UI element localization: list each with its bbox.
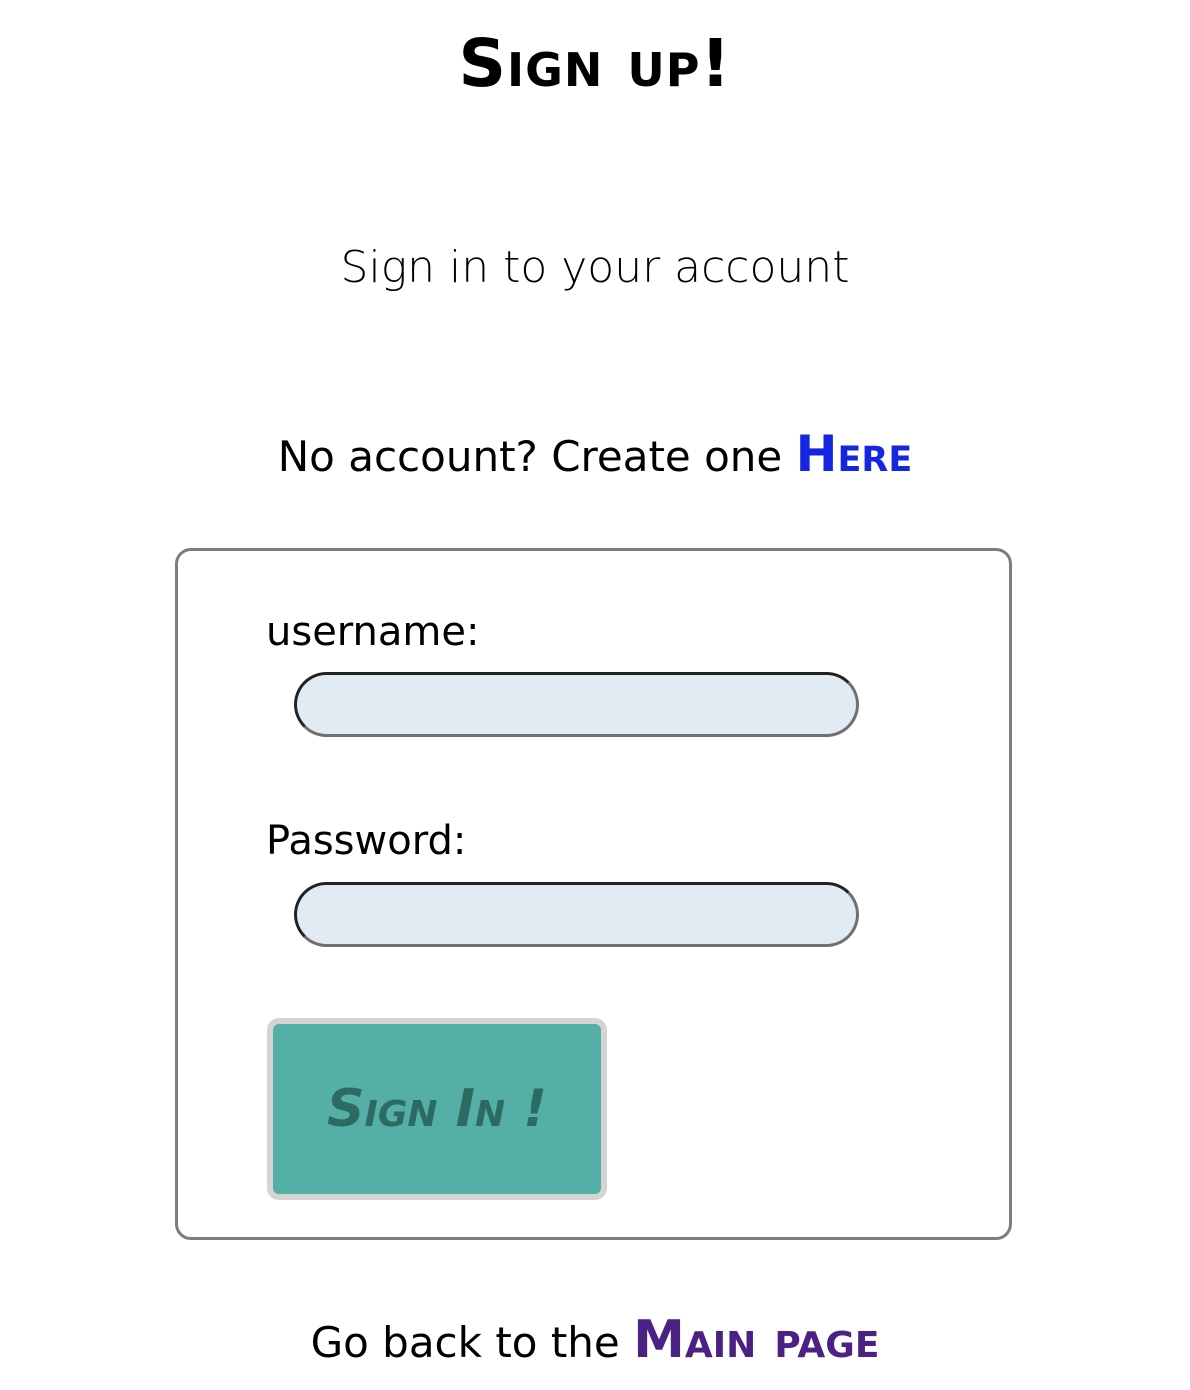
back-to-main-text: Go back to the [310,1318,634,1367]
signin-button[interactable]: Sign In ! [267,1018,607,1200]
signin-form: username: Password: Sign In ! [175,548,1012,1240]
create-account-link[interactable]: Here [796,425,913,483]
back-to-main-prompt: Go back to the Main page [0,1308,1190,1375]
username-input[interactable] [294,672,859,737]
create-account-prompt: No account? Create one Here [0,424,1190,487]
password-label: Password: [266,818,467,864]
username-label: username: [266,609,480,655]
password-input[interactable] [294,882,859,947]
main-page-link[interactable]: Main page [633,1310,879,1370]
page-title: Sign up! [458,25,732,102]
signin-subtitle: Sign in to your account [340,242,850,293]
create-account-text: No account? Create one [277,432,796,481]
